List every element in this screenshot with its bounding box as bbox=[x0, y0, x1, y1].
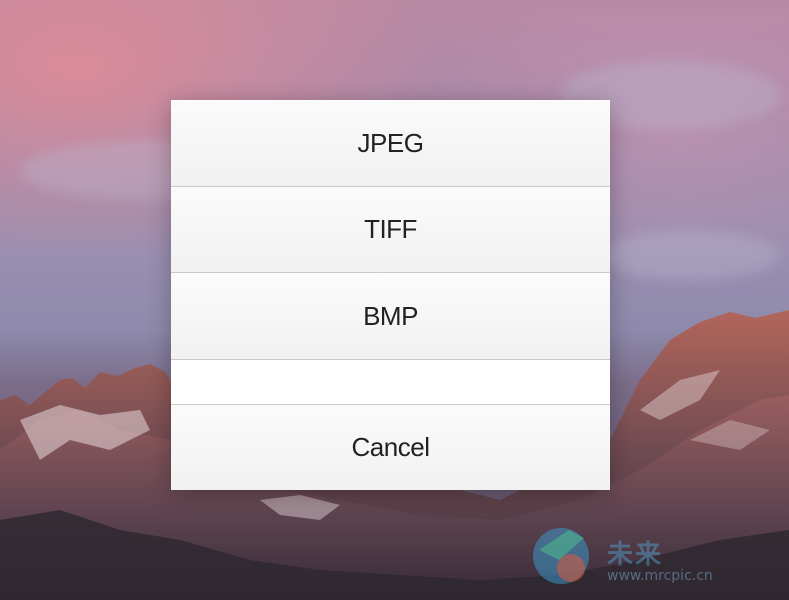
dialog-separator bbox=[171, 360, 610, 405]
cancel-label: Cancel bbox=[351, 432, 430, 462]
watermark: 未来 www.mrcpic.cn bbox=[529, 520, 769, 592]
tiff-option-button[interactable]: TIFF bbox=[171, 187, 610, 273]
tiff-option-label: TIFF bbox=[364, 214, 417, 244]
watermark-logo-icon bbox=[533, 528, 589, 584]
cancel-button[interactable]: Cancel bbox=[171, 405, 610, 490]
jpeg-option-button[interactable]: JPEG bbox=[171, 100, 610, 187]
bmp-option-button[interactable]: BMP bbox=[171, 273, 610, 360]
desktop-background: JPEG TIFF BMP Cancel 未来 www.mrcpic.cn bbox=[0, 0, 789, 600]
watermark-url: www.mrcpic.cn bbox=[607, 568, 713, 584]
bmp-option-label: BMP bbox=[363, 300, 418, 331]
export-format-dialog: JPEG TIFF BMP Cancel bbox=[171, 100, 610, 490]
jpeg-option-label: JPEG bbox=[357, 127, 424, 158]
watermark-text: 未来 bbox=[607, 540, 664, 570]
